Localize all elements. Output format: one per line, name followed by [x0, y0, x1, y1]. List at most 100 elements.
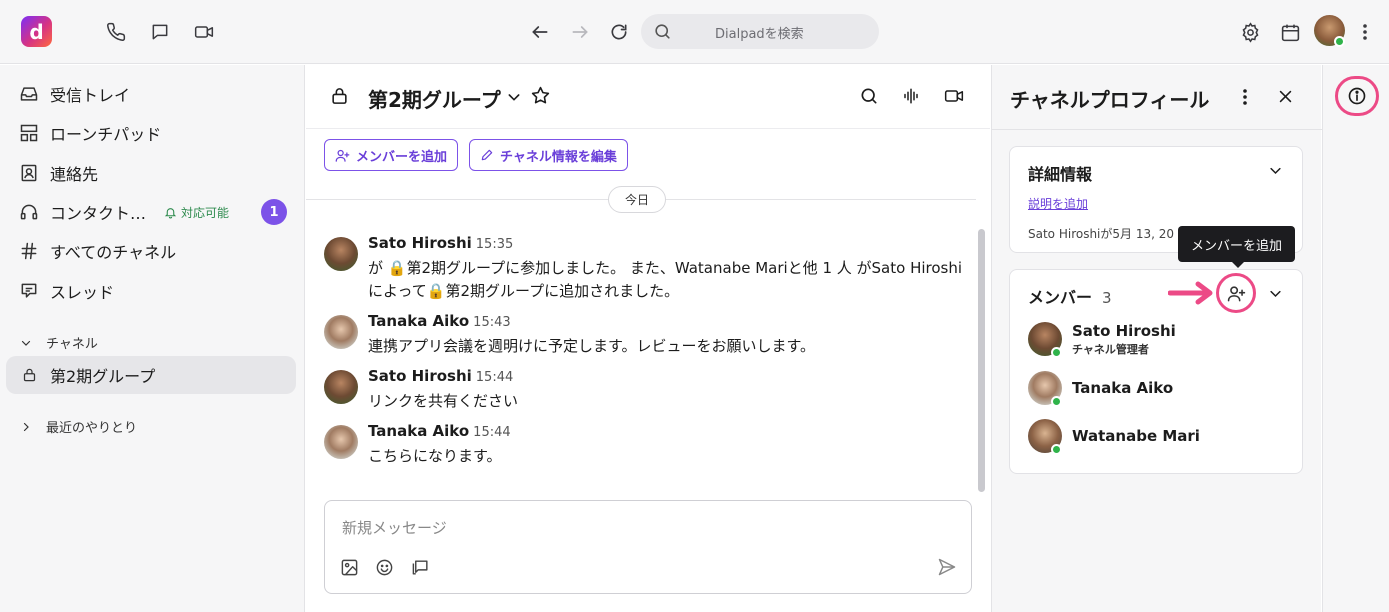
date-divider-label: 今日 — [608, 186, 667, 213]
quick-reply-icon[interactable] — [409, 556, 431, 578]
info-button[interactable] — [1335, 76, 1379, 116]
message-list-scrollbar[interactable] — [978, 229, 985, 492]
channels-section-label: チャネル — [46, 337, 98, 352]
back-arrow-icon[interactable] — [528, 20, 552, 44]
add-member-button[interactable]: メンバーを追加 — [324, 139, 459, 171]
avatar[interactable] — [324, 370, 358, 404]
settings-gear-icon[interactable] — [1238, 20, 1262, 44]
sidebar-item-inbox[interactable]: 受信トレイ — [6, 75, 296, 113]
edit-channel-info-label: チャネル情報を編集 — [500, 149, 617, 165]
availability-status[interactable]: 対応可能 — [164, 204, 229, 221]
top-bar: d Dialpadを検索 — [0, 0, 1389, 64]
add-user-icon — [1227, 285, 1245, 301]
members-card: メンバー 3 Sato Hiroshi チャネル管理者 Tanaka Aiko W… — [1009, 269, 1303, 474]
chevron-down-icon[interactable] — [506, 89, 522, 105]
close-icon[interactable] — [1277, 88, 1294, 105]
forward-arrow-icon[interactable] — [568, 20, 592, 44]
right-rail — [1322, 65, 1389, 612]
channel-profile-panel: チャネルプロフィール 詳細情報 説明を追加 Sato Hiroshiが5月 13… — [991, 65, 1322, 612]
message-body: こちらになります。 — [368, 447, 502, 465]
add-description-link[interactable]: 説明を追加 — [1028, 195, 1088, 212]
member-item[interactable]: Tanaka Aiko — [1028, 371, 1288, 407]
inbox-icon — [18, 83, 40, 105]
info-icon — [1348, 87, 1366, 105]
message-composer[interactable]: 新規メッセージ — [324, 500, 972, 594]
search-icon[interactable] — [859, 86, 879, 106]
phone-icon[interactable] — [104, 20, 128, 44]
recent-section-header[interactable]: 最近のやりとり — [20, 417, 137, 436]
chevron-right-icon — [23, 422, 29, 431]
member-name: Sato Hiroshi — [1072, 322, 1176, 340]
search-icon — [653, 22, 672, 41]
sidebar-item-label: すべてのチャネル — [50, 243, 177, 262]
channel-view: 第2期グループ メンバーを追加 チャネル情報を編集 今日 Sato Hirosh… — [306, 65, 990, 612]
send-icon[interactable] — [936, 556, 958, 578]
message-time: 15:44 — [473, 425, 511, 440]
sidebar-item-label: ローンチパッド — [50, 125, 162, 144]
reload-icon[interactable] — [607, 20, 631, 44]
message-author[interactable]: Tanaka Aiko — [368, 312, 469, 330]
logo-letter: d — [29, 19, 44, 44]
message-body: が 🔒第2期グループに参加しました。 また、Watanabe Mariと他 1 … — [368, 259, 963, 300]
panel-title: チャネルプロフィール — [1010, 88, 1210, 112]
sidebar: 受信トレイ ローンチパッド 連絡先 コンタクト… 対応可能 1 すべてのチャネル — [0, 65, 305, 612]
sidebar-item-label: スレッド — [50, 283, 115, 302]
threads-icon — [18, 280, 40, 302]
search-placeholder: Dialpadを検索 — [715, 27, 804, 42]
message-author[interactable]: Tanaka Aiko — [368, 422, 469, 440]
dialpad-logo[interactable]: d — [21, 16, 52, 47]
sidebar-item-contacts[interactable]: 連絡先 — [6, 154, 296, 192]
member-item[interactable]: Sato Hiroshi チャネル管理者 — [1028, 322, 1288, 358]
image-icon[interactable] — [338, 556, 360, 578]
members-title-label: メンバー — [1028, 288, 1093, 307]
channel-title[interactable]: 第2期グループ — [368, 84, 501, 113]
channels-section-header[interactable]: チャネル — [20, 333, 98, 352]
star-icon[interactable] — [530, 85, 551, 106]
add-user-icon — [335, 149, 350, 162]
sidebar-item-contact-center[interactable]: コンタクト… 対応可能 1 — [6, 193, 296, 231]
calendar-icon[interactable] — [1278, 20, 1302, 44]
pointer-arrow-icon — [1168, 281, 1213, 305]
members-title: メンバー 3 — [1028, 284, 1112, 308]
details-title: 詳細情報 — [1028, 165, 1093, 184]
sidebar-item-label: コンタクト… — [50, 204, 147, 223]
video-icon[interactable] — [943, 86, 965, 106]
contacts-icon — [18, 162, 40, 184]
message-icon[interactable] — [148, 20, 172, 44]
more-vertical-icon[interactable] — [1353, 20, 1377, 44]
members-count: 3 — [1102, 289, 1112, 307]
message-author[interactable]: Sato Hiroshi — [368, 367, 472, 385]
unread-count-badge: 1 — [261, 199, 287, 225]
edit-channel-info-button[interactable]: チャネル情報を編集 — [469, 139, 628, 171]
audio-waveform-icon[interactable] — [902, 86, 920, 106]
add-member-tooltip: メンバーを追加 — [1178, 226, 1296, 268]
avatar[interactable] — [324, 315, 358, 349]
message-time: 15:43 — [473, 315, 511, 330]
message-body: 連携アプリ会議を週明けに予定します。レビューをお願いします。 — [368, 337, 816, 355]
more-vertical-icon[interactable] — [1242, 88, 1248, 106]
composer-placeholder: 新規メッセージ — [342, 519, 447, 537]
sidebar-item-all-channels[interactable]: すべてのチャネル — [6, 232, 296, 270]
member-name: Tanaka Aiko — [1072, 379, 1174, 397]
chevron-down-icon[interactable] — [1268, 286, 1283, 301]
created-by-text: Sato Hiroshiが5月 13, 20 — [1028, 227, 1175, 241]
search-input[interactable]: Dialpadを検索 — [641, 14, 879, 49]
member-item[interactable]: Watanabe Mari — [1028, 419, 1288, 455]
sidebar-item-channel-group2[interactable]: 第2期グループ — [6, 356, 296, 394]
availability-label: 対応可能 — [181, 205, 230, 220]
video-icon[interactable] — [192, 20, 216, 44]
lock-icon — [330, 86, 349, 106]
add-member-icon-button[interactable] — [1216, 273, 1256, 313]
sidebar-item-launchpad[interactable]: ローンチパッド — [6, 114, 296, 152]
emoji-icon[interactable] — [373, 556, 395, 578]
add-member-label: メンバーを追加 — [356, 149, 448, 165]
avatar[interactable] — [324, 425, 358, 459]
sidebar-item-label: 第2期グループ — [50, 367, 156, 386]
launchpad-icon — [18, 122, 40, 144]
message-author[interactable]: Sato Hiroshi — [368, 234, 472, 252]
message-time: 15:35 — [475, 237, 514, 252]
tooltip-label: メンバーを追加 — [1191, 238, 1283, 254]
sidebar-item-threads[interactable]: スレッド — [6, 272, 296, 310]
avatar[interactable] — [324, 237, 358, 271]
chevron-down-icon[interactable] — [1268, 163, 1283, 178]
